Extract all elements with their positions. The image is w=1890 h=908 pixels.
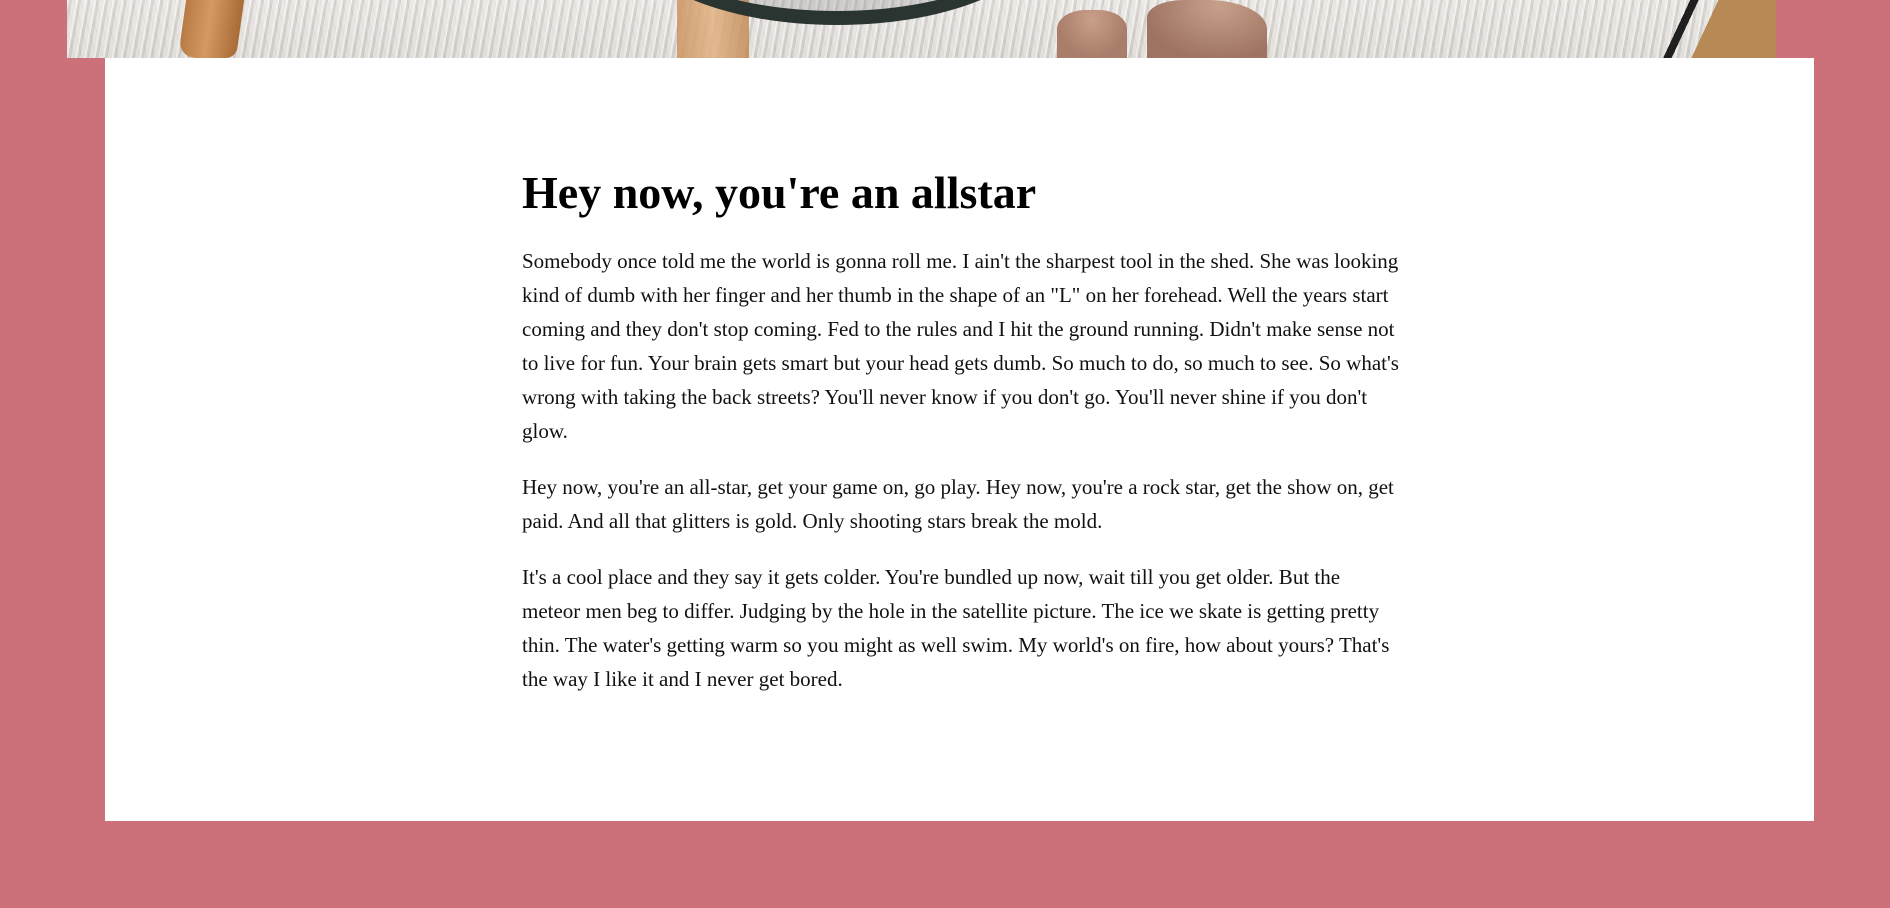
hero-foot-left [1057, 10, 1127, 58]
article-paragraph-2: Hey now, you're an all-star, get your ga… [522, 474, 1394, 533]
hero-bag-strap [1662, 0, 1776, 58]
hero-foot-right [1147, 0, 1267, 58]
article: Hey now, you're an allstar Somebody once… [522, 167, 1402, 718]
article-title: Hey now, you're an allstar [522, 167, 1037, 218]
hero-image [67, 0, 1776, 58]
article-paragraph-3: It's a cool place and they say it gets c… [522, 564, 1390, 691]
article-paragraph-1: Somebody once told me the world is gonna… [522, 248, 1399, 443]
content-card: Hey now, you're an allstar Somebody once… [105, 58, 1814, 821]
hero-table-leg [177, 0, 245, 58]
